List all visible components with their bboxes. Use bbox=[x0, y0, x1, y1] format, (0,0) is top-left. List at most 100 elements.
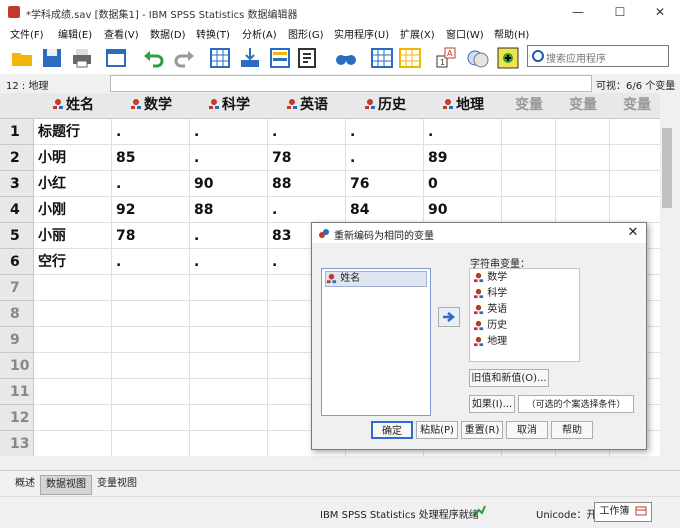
reset-button[interactable]: 重置(R) bbox=[461, 421, 503, 439]
menu-extensions[interactable]: 扩展(X) bbox=[400, 26, 435, 41]
data-cell[interactable]: 小明 bbox=[34, 145, 112, 171]
row-header[interactable]: 2 bbox=[0, 145, 34, 171]
data-cell[interactable]: 90 bbox=[190, 171, 268, 197]
ok-button[interactable]: 确定 bbox=[371, 421, 413, 439]
weight-cases-icon[interactable] bbox=[398, 46, 422, 70]
find-icon[interactable] bbox=[334, 46, 358, 70]
data-cell[interactable] bbox=[190, 275, 268, 301]
data-cell[interactable] bbox=[112, 405, 190, 431]
data-cell[interactable] bbox=[502, 145, 556, 171]
data-cell[interactable] bbox=[556, 171, 610, 197]
target-variable-list[interactable]: 数学 科学 英语 历史 地理 bbox=[469, 268, 580, 362]
undo-icon[interactable] bbox=[142, 46, 166, 70]
tab-variable-view[interactable]: 变量视图 bbox=[92, 475, 142, 493]
data-cell[interactable] bbox=[556, 145, 610, 171]
row-header[interactable]: 4 bbox=[0, 197, 34, 223]
data-cell[interactable] bbox=[34, 301, 112, 327]
data-cell[interactable] bbox=[190, 301, 268, 327]
data-cell[interactable] bbox=[502, 119, 556, 145]
target-variable-item[interactable]: 数学 bbox=[473, 271, 507, 285]
data-cell[interactable] bbox=[34, 405, 112, 431]
dialog-close-button[interactable]: ✕ bbox=[624, 224, 642, 242]
target-variable-item[interactable]: 英语 bbox=[473, 303, 507, 317]
row-header[interactable]: 12 bbox=[0, 405, 34, 431]
data-cell[interactable]: . bbox=[112, 119, 190, 145]
data-cell[interactable]: 空行 bbox=[34, 249, 112, 275]
source-variable-item[interactable]: 姓名 bbox=[325, 271, 427, 287]
recall-dialog-icon[interactable] bbox=[104, 46, 128, 70]
help-button[interactable]: 帮助 bbox=[551, 421, 593, 439]
row-header[interactable]: 5 bbox=[0, 223, 34, 249]
column-header[interactable]: 历史 bbox=[346, 93, 425, 119]
data-cell[interactable]: 78 bbox=[112, 223, 190, 249]
data-cell[interactable]: 标题行 bbox=[34, 119, 112, 145]
data-cell[interactable] bbox=[112, 353, 190, 379]
data-cell[interactable] bbox=[112, 275, 190, 301]
grid-corner[interactable] bbox=[0, 93, 35, 119]
data-cell[interactable] bbox=[190, 353, 268, 379]
data-cell[interactable]: . bbox=[190, 119, 268, 145]
row-header[interactable]: 3 bbox=[0, 171, 34, 197]
data-cell[interactable]: . bbox=[190, 145, 268, 171]
old-new-values-button[interactable]: 旧值和新值(O)... bbox=[469, 369, 549, 387]
data-cell[interactable]: . bbox=[424, 119, 502, 145]
data-cell[interactable] bbox=[34, 379, 112, 405]
if-condition-button[interactable]: 如果(I)... bbox=[469, 395, 515, 413]
data-cell[interactable]: 小红 bbox=[34, 171, 112, 197]
data-cell[interactable]: 小丽 bbox=[34, 223, 112, 249]
data-cell[interactable] bbox=[112, 431, 190, 457]
row-header[interactable]: 1 bbox=[0, 119, 34, 145]
save-icon[interactable] bbox=[40, 46, 64, 70]
data-cell[interactable]: 90 bbox=[424, 197, 502, 223]
minimize-button[interactable]: — bbox=[558, 2, 598, 22]
target-variable-item[interactable]: 科学 bbox=[473, 287, 507, 301]
data-cell[interactable] bbox=[190, 431, 268, 457]
data-cell[interactable]: 92 bbox=[112, 197, 190, 223]
data-cell[interactable]: 78 bbox=[268, 145, 346, 171]
data-cell[interactable] bbox=[34, 275, 112, 301]
row-header[interactable]: 7 bbox=[0, 275, 34, 301]
data-cell[interactable]: 89 bbox=[424, 145, 502, 171]
goto-variable-icon[interactable] bbox=[238, 46, 262, 70]
target-variable-item[interactable]: 历史 bbox=[473, 319, 507, 333]
column-header[interactable]: 科学 bbox=[190, 93, 269, 119]
menu-view[interactable]: 查看(V) bbox=[104, 26, 139, 41]
data-cell[interactable]: . bbox=[268, 197, 346, 223]
data-cell[interactable]: 84 bbox=[346, 197, 424, 223]
value-labels-icon[interactable]: 1A bbox=[434, 46, 458, 70]
print-icon[interactable] bbox=[70, 46, 94, 70]
data-cell[interactable]: . bbox=[112, 249, 190, 275]
data-cell[interactable] bbox=[190, 379, 268, 405]
row-header[interactable]: 8 bbox=[0, 301, 34, 327]
data-cell[interactable]: 88 bbox=[268, 171, 346, 197]
redo-icon[interactable] bbox=[172, 46, 196, 70]
data-cell[interactable] bbox=[34, 431, 112, 457]
row-header[interactable]: 6 bbox=[0, 249, 34, 275]
menu-help[interactable]: 帮助(H) bbox=[494, 26, 529, 41]
data-cell[interactable] bbox=[112, 379, 190, 405]
row-header[interactable]: 13 bbox=[0, 431, 34, 457]
menu-file[interactable]: 文件(F) bbox=[10, 26, 44, 41]
data-cell[interactable]: . bbox=[112, 171, 190, 197]
data-cell[interactable] bbox=[610, 145, 660, 171]
data-cell[interactable] bbox=[610, 197, 660, 223]
data-cell[interactable] bbox=[556, 197, 610, 223]
open-folder-icon[interactable] bbox=[10, 46, 34, 70]
data-cell[interactable]: . bbox=[268, 119, 346, 145]
data-cell[interactable]: 0 bbox=[424, 171, 502, 197]
search-applications-input[interactable]: 搜索应用程序 bbox=[527, 45, 669, 67]
data-cell[interactable]: . bbox=[346, 145, 424, 171]
data-cell[interactable] bbox=[610, 171, 660, 197]
empty-variable-header[interactable]: 变量 bbox=[610, 93, 660, 119]
paste-button[interactable]: 粘贴(P) bbox=[416, 421, 458, 439]
empty-variable-header[interactable]: 变量 bbox=[556, 93, 611, 119]
source-variable-list[interactable]: 姓名 bbox=[321, 268, 431, 416]
data-cell[interactable] bbox=[34, 353, 112, 379]
close-window-button[interactable]: ✕ bbox=[640, 2, 680, 22]
move-to-target-button[interactable] bbox=[438, 307, 460, 327]
data-cell[interactable]: 85 bbox=[112, 145, 190, 171]
cancel-button[interactable]: 取消 bbox=[506, 421, 548, 439]
tab-data-view[interactable]: 数据视图 bbox=[40, 475, 92, 495]
data-cell[interactable]: . bbox=[190, 249, 268, 275]
data-cell[interactable] bbox=[112, 301, 190, 327]
